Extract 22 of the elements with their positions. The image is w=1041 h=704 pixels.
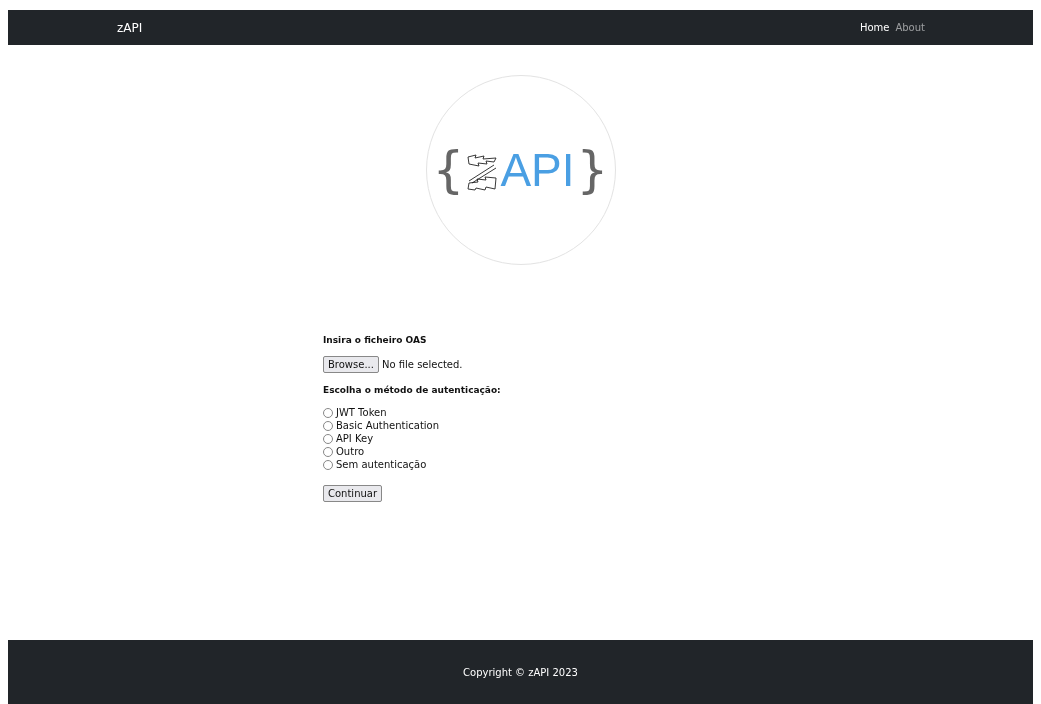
file-status: No file selected. [381,359,463,370]
radio-label: Basic Authentication [336,420,440,431]
radio-label: Sem autenticação [336,459,427,470]
logo-brace: } [576,145,609,195]
continue-button[interactable]: Continuar [323,485,383,502]
file-label: Insira o ficheiro OAS [323,335,427,345]
nav-link[interactable]: Home [859,22,890,33]
copyright-text: Copyright © zAPI 2023 [463,666,578,678]
radio-button[interactable] [323,420,333,431]
browse-button[interactable]: Browse... [323,356,379,373]
radio-label: API Key [336,433,374,444]
radio-button[interactable] [323,433,333,444]
logo-brace: { [432,145,465,195]
nav-link[interactable]: About [895,22,925,33]
radio-label: JWT Token [336,407,387,418]
radio-button[interactable] [323,459,333,470]
brand-link[interactable]: zAPI [117,20,143,35]
radio-label: Outro [336,446,365,457]
logo-wordmark: API [500,147,575,193]
auth-label: Escolha o método de autenticação: [323,385,501,395]
radio-button[interactable] [323,407,333,418]
radio-button[interactable] [323,446,333,457]
